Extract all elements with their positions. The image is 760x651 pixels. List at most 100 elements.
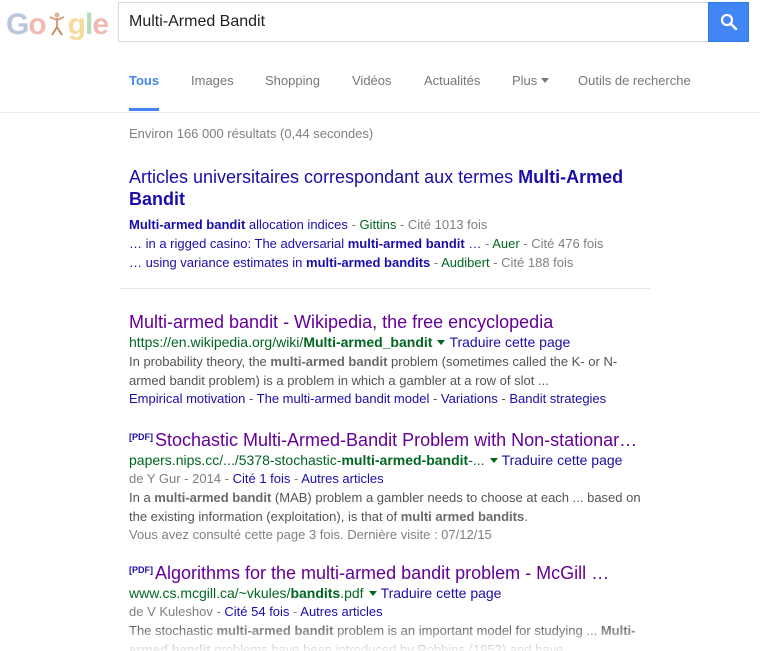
tab-videos[interactable]: Vidéos [352,73,392,88]
result-snippet: In a multi-armed bandit (MAB) problem a … [129,488,669,526]
result-title[interactable]: [PDF] Algorithms for the multi-armed band… [129,559,669,584]
search-button[interactable] [708,2,749,42]
translate-link[interactable]: Traduire cette page [449,334,570,350]
result-url-text: www.cs.mcgill.ca/~vkules/bandits.pdf [129,585,364,601]
doodle-figure-icon [47,11,67,37]
logo-letter-l: l [85,8,93,41]
tab-more-label: Plus [512,73,538,88]
snippet-text: In a [129,490,155,505]
result-title[interactable]: Multi-armed bandit - Wikipedia, the free… [129,311,669,333]
sitelink[interactable]: Variations [441,391,498,406]
result-meta: de V Kuleshov - Cité 54 fois - Autres ar… [129,604,383,619]
logo-letter-e: e [92,8,109,41]
cited-by-link[interactable]: Cité 54 fois [224,604,289,619]
result-meta: de Y Gur - 2014 - Cité 1 fois - Autres a… [129,471,384,486]
snippet-text: problem (sometimes called the K- or N- [387,354,618,369]
caret-down-icon[interactable] [437,340,446,345]
snippet-text: . [524,509,528,524]
snippet-bold: multi-armed bandit [216,623,334,638]
tab-all[interactable]: Tous [129,73,159,88]
caret-down-icon[interactable] [368,591,377,596]
scholar-author[interactable]: Auer [492,236,519,251]
search-result: [PDF] Algorithms for the multi-armed band… [129,559,669,651]
result-url-text: https://en.wikipedia.org/wiki/Multi-arme… [129,334,432,350]
search-icon [720,13,737,31]
tab-more[interactable]: Plus [512,73,550,88]
caret-down-icon[interactable] [489,458,498,463]
snippet-text: In probability theory, the [129,354,271,369]
search-tabs: Tous Images Shopping Vidéos Actualités P… [0,58,760,113]
snippet-bold: multi-armed bandit [154,490,272,505]
result-snippet: The stochastic multi-armed bandit proble… [129,621,669,651]
url-post: .pdf [340,585,364,601]
pdf-badge: [PDF] [129,432,153,442]
url-bold: bandits [290,585,341,601]
tab-news[interactable]: Actualités [424,73,480,88]
scholar-item-link[interactable]: Multi-armed bandit allocation indices [129,217,348,232]
search-input[interactable] [129,3,699,41]
snippet-bold: armed bandit [129,642,211,651]
tab-shopping[interactable]: Shopping [265,73,320,88]
scholar-item-link[interactable]: … in a rigged casino: The adversarial mu… [129,236,481,251]
scholar-item: … in a rigged casino: The adversarial mu… [129,236,604,251]
caret-down-icon [541,78,550,83]
result-title[interactable]: [PDF] Stochastic Multi-Armed-Bandit Probl… [129,426,669,451]
result-url: www.cs.mcgill.ca/~vkules/bandits.pdf Trad… [129,584,669,603]
scholar-title-prefix: Articles universitaires correspondant au… [129,167,519,187]
scholar-item-pre: … using variance estimates in [129,255,307,270]
url-pre: https://en.wikipedia.org/wiki/ [129,334,304,350]
related-articles-link[interactable]: Autres articles [301,471,383,486]
result-url: papers.nips.cc/.../5378-stochastic-multi… [129,451,669,470]
scholar-item: Multi-armed bandit allocation indices - … [129,217,488,232]
url-bold: Multi-armed_bandit [303,334,433,350]
search-box [118,2,709,42]
scholar-item-post: … [464,236,482,251]
tab-search-tools[interactable]: Outils de recherche [578,73,691,88]
scholar-cited[interactable]: Cité 1013 fois [408,217,488,232]
scholar-author[interactable]: Audibert [441,255,489,270]
snippet-bold: multi armed bandits [400,509,525,524]
scholar-item-bold: multi-armed bandits [306,255,431,270]
url-pre: www.cs.mcgill.ca/~vkules/ [129,585,291,601]
search-result: Multi-armed bandit - Wikipedia, the free… [129,311,669,408]
snippet-text: the existing information (exploitation),… [129,509,401,524]
scholar-item-bold: Multi-armed bandit [129,217,246,232]
scholar-item-link[interactable]: … using variance estimates in multi-arme… [129,255,430,270]
logo-letter-g: G [6,8,29,41]
result-stats: Environ 166 000 résultats (0,44 secondes… [129,126,374,141]
scholar-author[interactable]: Gittins [359,217,396,232]
snippet-text: problems have been introduced by Robbins… [210,642,578,651]
related-articles-link[interactable]: Autres articles [300,604,382,619]
scholar-title[interactable]: Articles universitaires correspondant au… [129,166,649,210]
sitelink[interactable]: Empirical motivation [129,391,245,406]
header: Go gle [0,0,760,58]
search-result: [PDF] Stochastic Multi-Armed-Bandit Probl… [129,426,669,544]
url-pre: papers.nips.cc/.../5378-stochastic- [129,452,342,468]
tab-images[interactable]: Images [191,73,234,88]
active-tab-indicator [129,108,159,111]
snippet-bold: multi-armed bandit [270,354,388,369]
sitelink[interactable]: The multi-armed bandit model [257,391,430,406]
scholar-item-bold: multi-armed bandit [347,236,465,251]
sitelinks: Empirical motivation - The multi-armed b… [129,391,607,406]
google-logo[interactable]: Go gle [6,8,109,41]
translate-link[interactable]: Traduire cette page [381,585,502,601]
snippet-bold: Multi- [600,623,636,638]
url-bold: multi-armed-bandit [341,452,469,468]
snippet-text: (MAB) problem a gambler needs to choose … [271,490,641,505]
logo-letter-g2: g [67,8,86,41]
translate-link[interactable]: Traduire cette page [502,452,623,468]
scholar-cited[interactable]: Cité 188 fois [501,255,573,270]
scholar-cited[interactable]: Cité 476 fois [531,236,603,251]
logo-letter-o: o [28,8,46,41]
snippet-text: problem is an important model for studyi… [333,623,601,638]
meta-text: de Y Gur - 2014 - [129,471,233,486]
visit-history: Vous avez consulté cette page 3 fois. De… [129,527,492,542]
scholar-item-pre: … in a rigged casino: The adversarial [129,236,348,251]
sitelink[interactable]: Bandit strategies [509,391,606,406]
url-post: -... [468,452,485,468]
pdf-badge: [PDF] [129,565,153,575]
cited-by-link[interactable]: Cité 1 fois [233,471,291,486]
scholar-item-post: allocation indices [245,217,348,232]
scholar-item: … using variance estimates in multi-arme… [129,255,574,270]
